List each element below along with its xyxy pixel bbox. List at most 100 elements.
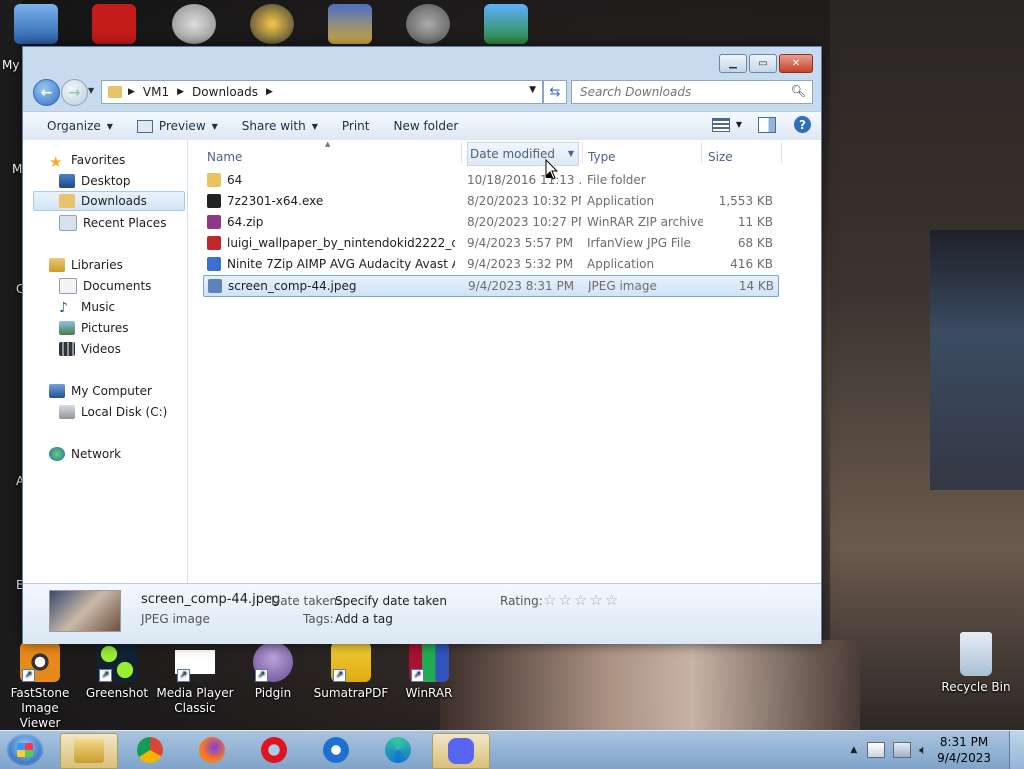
nav-my-computer[interactable]: My Computer — [49, 381, 152, 401]
taskbar-firefox[interactable] — [184, 733, 240, 767]
nav-local-disk[interactable]: Local Disk (C:) — [59, 402, 167, 422]
nav-documents[interactable]: Documents — [59, 276, 151, 296]
search-icon[interactable]: 🔍︎ — [791, 84, 806, 98]
desktop-shortcut-media-player-classic[interactable]: ↗ Media Player Classic — [155, 642, 235, 716]
volume-icon[interactable]: 🔈︎ — [919, 743, 927, 758]
show-hidden-icons-button[interactable]: ▲ — [850, 745, 857, 755]
start-button[interactable] — [6, 733, 44, 767]
star-icon: ★ — [49, 153, 63, 171]
column-divider[interactable] — [582, 142, 583, 164]
desktop-shortcut-pidgin[interactable]: ↗ Pidgin — [233, 642, 313, 701]
torrent-desktop-icon[interactable] — [406, 4, 450, 44]
rating-star-icon[interactable]: ☆ — [605, 591, 620, 609]
column-header-date-modified[interactable]: Date modified ▼ — [467, 142, 579, 166]
app-desktop-icon[interactable] — [250, 4, 294, 44]
taskbar-opera[interactable] — [246, 733, 302, 767]
file-row[interactable]: 64.zip 8/20/2023 10:27 PM WinRAR ZIP archi… — [203, 212, 777, 232]
chevron-down-icon[interactable]: ▼ — [736, 120, 742, 129]
desktop-shortcut-faststone[interactable]: ↗ FastStone Image Viewer — [0, 642, 80, 731]
file-row[interactable]: luigi_wallpaper_by_nintendokid2222_d6e..… — [203, 233, 777, 253]
date-taken-value[interactable]: Specify date taken — [335, 594, 447, 608]
chevron-right-icon[interactable]: ▶ — [266, 87, 273, 97]
rating-star-icon[interactable]: ☆ — [558, 591, 573, 609]
column-header-name[interactable]: Name — [207, 150, 242, 164]
change-view-icon[interactable] — [711, 117, 730, 132]
file-list: ▲ Name Date modified ▼ Type Size 64 10/18/… — [189, 140, 821, 583]
column-divider[interactable] — [701, 142, 702, 164]
nav-downloads[interactable]: Downloads — [33, 191, 185, 211]
preview-pane-icon[interactable] — [758, 116, 776, 133]
action-center-icon[interactable] — [867, 742, 886, 758]
nav-network[interactable]: Network — [49, 444, 121, 464]
help-icon[interactable]: ? — [794, 116, 811, 133]
taskbar-chrome[interactable] — [122, 733, 178, 767]
breadcrumb-vm1[interactable]: VM1 — [143, 85, 169, 99]
lock-desktop-icon[interactable] — [484, 4, 528, 44]
windows-logo-icon — [17, 743, 33, 757]
nav-music[interactable]: ♪ Music — [59, 297, 115, 317]
file-row[interactable]: screen_comp-44.jpeg 9/4/2023 8:31 PM JPEG … — [203, 275, 779, 297]
column-header-type[interactable]: Type — [588, 150, 616, 164]
computer-desktop-icon[interactable] — [14, 4, 58, 44]
desktop-shortcut-greenshot[interactable]: ↗ Greenshot — [77, 642, 157, 701]
rating-star-icon[interactable]: ☆ — [543, 591, 558, 609]
nav-pictures[interactable]: Pictures — [59, 318, 129, 338]
breadcrumb-downloads[interactable]: Downloads — [192, 85, 258, 99]
taskbar-thunderbird[interactable] — [308, 733, 364, 767]
nav-desktop[interactable]: Desktop — [59, 171, 131, 191]
chevron-down-icon[interactable]: ▼ — [529, 85, 536, 95]
disc-desktop-icon[interactable] — [172, 4, 216, 44]
taskbar-edge[interactable] — [370, 733, 426, 767]
recent-pages-dropdown[interactable]: ▼ — [88, 86, 94, 95]
chevron-down-icon[interactable]: ▼ — [568, 143, 574, 165]
file-row[interactable]: Ninite 7Zip AIMP AVG Audacity Avast Av..… — [203, 254, 777, 274]
forward-button[interactable]: → — [61, 79, 88, 106]
tags-value[interactable]: Add a tag — [335, 612, 393, 626]
chevron-right-icon[interactable]: ▶ — [128, 87, 135, 97]
desktop-wallpaper-left — [0, 0, 22, 730]
minimize-button[interactable]: ▁ — [719, 54, 747, 73]
nav-favorites[interactable]: ★ Favorites — [49, 150, 125, 171]
mouse-cursor-icon — [545, 159, 559, 180]
search-input[interactable] — [578, 81, 782, 103]
share-with-button[interactable]: Share with ▼ — [230, 119, 330, 133]
maximize-button[interactable]: ▭ — [749, 54, 777, 73]
back-button[interactable]: ← — [33, 79, 60, 106]
rating-star-icon[interactable]: ☆ — [574, 591, 589, 609]
recycle-bin-icon — [960, 632, 992, 676]
new-folder-button[interactable]: New folder — [381, 119, 470, 133]
taskbar-explorer[interactable] — [60, 733, 118, 769]
desktop-shortcut-sumatrapdf[interactable]: ↗ SumatraPDF — [311, 642, 391, 701]
file-row[interactable]: 7z2301-x64.exe 8/20/2023 10:32 PM Applicat… — [203, 191, 777, 211]
network-tray-icon[interactable] — [893, 742, 912, 758]
print-button[interactable]: Print — [330, 119, 382, 133]
network-tool-desktop-icon[interactable] — [328, 4, 372, 44]
organize-button[interactable]: Organize ▼ — [23, 119, 125, 133]
clock[interactable]: 8:31 PM 9/4/2023 — [937, 734, 991, 766]
rating-star-icon[interactable]: ☆ — [589, 591, 604, 609]
column-divider[interactable] — [461, 142, 462, 164]
refresh-button[interactable]: ⇆ — [543, 80, 567, 104]
show-desktop-button[interactable] — [1009, 731, 1024, 769]
explorer-body: ★ Favorites Desktop Downloads Recent Plac… — [23, 140, 821, 583]
desktop-recycle-bin[interactable]: Recycle Bin — [936, 632, 1016, 695]
nav-videos[interactable]: Videos — [59, 339, 121, 359]
column-header-size[interactable]: Size — [708, 150, 733, 164]
tags-label: Tags: — [303, 612, 334, 626]
column-divider[interactable] — [781, 142, 782, 164]
close-button[interactable]: ✕ — [779, 54, 813, 73]
thunderbird-icon — [323, 737, 349, 763]
desktop-shortcut-winrar[interactable]: ↗ WinRAR — [389, 642, 469, 701]
preview-button[interactable]: Preview ▼ — [125, 119, 230, 133]
title-bar[interactable]: ▁ ▭ ✕ — [23, 47, 821, 75]
taskbar-discord[interactable] — [432, 733, 490, 769]
filezilla-desktop-icon[interactable] — [92, 4, 136, 44]
file-row[interactable]: 64 10/18/2016 11:13 ... File folder — [203, 170, 777, 190]
sort-ascending-icon: ▲ — [325, 140, 331, 148]
nav-recent-places[interactable]: Recent Places — [59, 213, 166, 233]
address-bar[interactable]: ▶ VM1 ▶ Downloads ▶ ▼ — [101, 80, 543, 104]
nav-libraries[interactable]: Libraries — [49, 255, 123, 275]
rating-stars[interactable]: ☆☆☆☆☆ — [543, 591, 620, 609]
file-size: 11 KB — [737, 215, 773, 229]
chevron-right-icon[interactable]: ▶ — [177, 87, 184, 97]
